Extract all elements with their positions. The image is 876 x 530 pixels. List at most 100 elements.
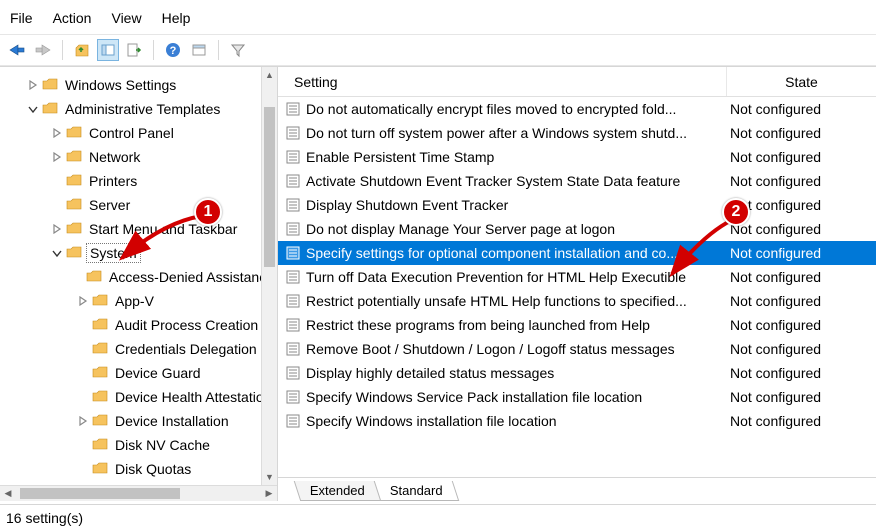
folder-icon xyxy=(66,197,82,214)
setting-state: Not configured xyxy=(726,293,876,309)
toolbar-divider xyxy=(62,40,63,60)
tree-item-printers[interactable]: Printers xyxy=(0,169,277,193)
show-hide-tree-button[interactable] xyxy=(97,39,119,61)
help-button[interactable]: ? xyxy=(162,39,184,61)
list-body: Do not automatically encrypt files moved… xyxy=(278,97,876,501)
setting-name: Do not automatically encrypt files moved… xyxy=(306,101,726,117)
tree-item-appv[interactable]: App-V xyxy=(0,289,277,313)
tree-item-credentials[interactable]: Credentials Delegation xyxy=(0,337,277,361)
list-row[interactable]: Activate Shutdown Event Tracker System S… xyxy=(278,169,876,193)
tab-standard[interactable]: Standard xyxy=(374,481,459,501)
list-row[interactable]: Remove Boot / Shutdown / Logon / Logoff … xyxy=(278,337,876,361)
setting-name: Restrict potentially unsafe HTML Help fu… xyxy=(306,293,726,309)
setting-name: Specify Windows installation file locati… xyxy=(306,413,726,429)
list-row[interactable]: Specify Windows installation file locati… xyxy=(278,409,876,433)
setting-name: Turn off Data Execution Prevention for H… xyxy=(306,269,726,285)
menu-view[interactable]: View xyxy=(111,10,141,26)
tabs-row: Extended Standard xyxy=(278,477,876,501)
menu-help[interactable]: Help xyxy=(162,10,191,26)
status-text: 16 setting(s) xyxy=(6,510,83,526)
policy-icon xyxy=(284,342,302,356)
list-row[interactable]: Display Shutdown Event TrackerNot config… xyxy=(278,193,876,217)
list-row[interactable]: Specify Windows Service Pack installatio… xyxy=(278,385,876,409)
folder-icon xyxy=(66,221,82,238)
tree-item-label: Device Health Attestation xyxy=(112,388,274,406)
setting-name: Activate Shutdown Event Tracker System S… xyxy=(306,173,726,189)
caret-closed-icon[interactable] xyxy=(50,128,64,138)
list-row[interactable]: Restrict potentially unsafe HTML Help fu… xyxy=(278,289,876,313)
tree-item-disk-nv[interactable]: Disk NV Cache xyxy=(0,433,277,457)
tree-item-admin-templates[interactable]: Administrative Templates xyxy=(0,97,277,121)
policy-icon xyxy=(284,126,302,140)
setting-name: Do not turn off system power after a Win… xyxy=(306,125,726,141)
tab-extended[interactable]: Extended xyxy=(294,481,381,501)
scroll-left-icon[interactable]: ◀ xyxy=(0,486,16,501)
folder-icon xyxy=(92,389,108,406)
scroll-right-icon[interactable]: ▶ xyxy=(261,486,277,501)
tree-item-disk-quotas[interactable]: Disk Quotas xyxy=(0,457,277,481)
tree-item-label: Audit Process Creation xyxy=(112,316,261,334)
menubar: File Action View Help xyxy=(0,0,876,35)
folder-icon xyxy=(92,437,108,454)
list-pane: Setting State Do not automatically encry… xyxy=(278,67,876,501)
caret-open-icon[interactable] xyxy=(50,248,64,258)
column-header-setting[interactable]: Setting xyxy=(278,74,726,90)
column-header-state[interactable]: State xyxy=(726,67,876,96)
caret-closed-icon[interactable] xyxy=(76,416,90,426)
setting-state: Not configured xyxy=(726,125,876,141)
menu-file[interactable]: File xyxy=(10,10,33,26)
toolbar-divider xyxy=(218,40,219,60)
statusbar: 16 setting(s) xyxy=(0,504,876,530)
policy-icon xyxy=(284,222,302,236)
back-button[interactable] xyxy=(6,39,28,61)
setting-state: Not configured xyxy=(726,365,876,381)
tree-item-control-panel[interactable]: Control Panel xyxy=(0,121,277,145)
setting-name: Remove Boot / Shutdown / Logon / Logoff … xyxy=(306,341,726,357)
caret-closed-icon[interactable] xyxy=(50,152,64,162)
scroll-thumb[interactable] xyxy=(264,107,275,267)
tree-horizontal-scrollbar[interactable]: ◀ ▶ xyxy=(0,485,277,501)
scroll-down-icon[interactable]: ▼ xyxy=(262,469,277,485)
setting-state: Not configured xyxy=(726,173,876,189)
up-level-button[interactable] xyxy=(71,39,93,61)
tree-item-label: Disk Quotas xyxy=(112,460,194,478)
list-row[interactable]: Display highly detailed status messagesN… xyxy=(278,361,876,385)
tree-item-label: Credentials Delegation xyxy=(112,340,260,358)
caret-closed-icon[interactable] xyxy=(26,80,40,90)
tree-item-label: App-V xyxy=(112,292,157,310)
policy-icon xyxy=(284,246,302,260)
list-row[interactable]: Do not turn off system power after a Win… xyxy=(278,121,876,145)
list-row[interactable]: Restrict these programs from being launc… xyxy=(278,313,876,337)
forward-button[interactable] xyxy=(32,39,54,61)
list-row[interactable]: Enable Persistent Time StampNot configur… xyxy=(278,145,876,169)
folder-icon xyxy=(92,341,108,358)
caret-closed-icon[interactable] xyxy=(76,296,90,306)
list-row[interactable]: Do not display Manage Your Server page a… xyxy=(278,217,876,241)
list-row[interactable]: Specify settings for optional component … xyxy=(278,241,876,265)
policy-icon xyxy=(284,198,302,212)
tree-item-windows-settings[interactable]: Windows Settings xyxy=(0,73,277,97)
policy-icon xyxy=(284,270,302,284)
list-row[interactable]: Do not automatically encrypt files moved… xyxy=(278,97,876,121)
list-row[interactable]: Turn off Data Execution Prevention for H… xyxy=(278,265,876,289)
tree-item-network[interactable]: Network xyxy=(0,145,277,169)
tree-item-audit[interactable]: Audit Process Creation xyxy=(0,313,277,337)
folder-icon xyxy=(66,125,82,142)
tree-item-device-guard[interactable]: Device Guard xyxy=(0,361,277,385)
caret-closed-icon[interactable] xyxy=(50,224,64,234)
tree-vertical-scrollbar[interactable]: ▲ ▼ xyxy=(261,67,277,485)
setting-state: Not configured xyxy=(726,341,876,357)
properties-button[interactable] xyxy=(188,39,210,61)
tree-item-device-install[interactable]: Device Installation xyxy=(0,409,277,433)
filter-button[interactable] xyxy=(227,39,249,61)
menu-action[interactable]: Action xyxy=(53,10,92,26)
folder-icon xyxy=(42,101,58,118)
setting-name: Do not display Manage Your Server page a… xyxy=(306,221,726,237)
caret-open-icon[interactable] xyxy=(26,104,40,114)
folder-icon xyxy=(92,461,108,478)
scroll-up-icon[interactable]: ▲ xyxy=(262,67,277,83)
scroll-thumb[interactable] xyxy=(20,488,180,499)
tree-item-device-health[interactable]: Device Health Attestation xyxy=(0,385,277,409)
annotation-badge-2: 2 xyxy=(722,198,750,226)
export-button[interactable] xyxy=(123,39,145,61)
